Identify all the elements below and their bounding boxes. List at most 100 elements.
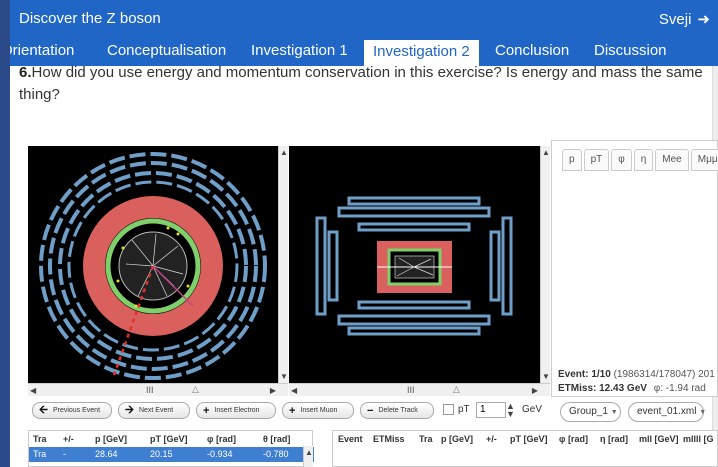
event-counter: Event: 1/10 [558,369,611,380]
group-select[interactable]: Group_1 ▼ [560,402,621,422]
col-header[interactable]: ETMiss [373,434,405,444]
tab-conclusion[interactable]: Conclusion [495,42,569,59]
col-header[interactable]: pT [GeV] [150,434,188,444]
table-cell: 20.15 [150,449,173,459]
title-bar: Discover the Z boson Sveji ➜ [10,0,718,36]
scroll-up-icon[interactable]: ▲ [305,448,313,457]
pt-label: pT [458,404,470,415]
logout-icon[interactable]: ➜ [697,10,710,28]
col-header[interactable]: Event [338,434,363,444]
group-select-value: Group_1 [569,406,608,417]
previous-event-button[interactable]: 🡨 Previous Event [32,402,112,419]
col-header[interactable]: η [rad] [600,434,628,444]
side-view-hscroll[interactable]: ◀ III △ ▶ [289,383,550,396]
insert-electron-button[interactable]: + Insert Electron [196,402,276,419]
col-header[interactable]: +/- [63,434,74,444]
col-header[interactable]: pT [GeV] [510,434,548,444]
table-cell: -0.780 [263,449,289,459]
pt-threshold-input[interactable]: 1 [476,402,506,418]
col-header[interactable]: Tra [419,434,433,444]
event-toolbar: 🡨 Previous Event 🡪 Next Event + Insert Elec… [32,402,718,424]
side-view-display[interactable] [289,146,540,383]
track-table: Tra +/- p [GeV] pT [GeV] φ [rad] θ [rad]… [28,430,314,467]
scroll-up-icon[interactable]: ▲ [542,148,550,157]
plus-icon: + [289,404,296,417]
minus-icon: − [367,404,374,417]
user-name: Sveji [658,10,692,28]
end-view-hscroll[interactable]: ◀ III △ ▶ [28,383,288,396]
insert-muon-label: Insert Muon [300,407,338,414]
app-frame: Discover the Z boson Sveji ➜ Orientation… [10,0,718,467]
tab-orientation[interactable]: Orientation [10,42,74,59]
etmiss-value: ETMiss: 12.43 GeV [558,383,647,394]
scroll-left-icon[interactable]: ◀ [30,386,36,395]
table-cell: Tra [33,449,47,459]
table-cell: -0.934 [207,449,233,459]
etmiss-phi: φ: -1.94 rad [653,383,706,394]
event-table: Event ETMiss Tra p [GeV] +/- pT [GeV] φ … [332,430,718,467]
col-header[interactable]: mll [GeV] [639,434,679,444]
arrow-right-icon: 🡪 [125,404,134,416]
scroll-down-icon[interactable]: ▼ [280,372,288,381]
plus-icon: + [203,404,210,417]
insert-electron-label: Insert Electron [214,407,260,414]
tab-phi[interactable]: φ [611,149,632,171]
scroll-right-icon[interactable]: ▶ [270,386,276,395]
col-header[interactable]: θ [rad] [263,434,290,444]
histogram-tabs: p pT φ η Mee Mμμ M [562,149,718,171]
arrow-left-icon: 🡨 [39,404,48,416]
chevron-down-icon: ▼ [699,409,707,416]
tab-conceptualisation[interactable]: Conceptualisation [107,42,226,59]
previous-event-label: Previous Event [52,407,101,414]
scroll-grip: III [407,385,415,395]
tab-investigation-1[interactable]: Investigation 1 [251,42,348,59]
histogram-panel: p pT φ η Mee Mμμ M [551,140,718,397]
app-title: Discover the Z boson [19,10,161,27]
col-header[interactable]: p [GeV] [441,434,473,444]
track-table-vscroll[interactable]: ▲ [303,446,313,467]
event-file-value: event_01.xml [637,406,697,417]
pt-filter-checkbox[interactable] [443,404,454,415]
user-menu[interactable]: Sveji ➜ [658,10,710,29]
tab-pt[interactable]: pT [583,149,610,171]
event-info: Event: 1/10 (1986314/178047) 201 ETMiss:… [558,368,715,396]
scroll-right-icon[interactable]: ▶ [532,386,538,395]
end-view-display[interactable] [28,146,278,383]
scroll-down-icon[interactable]: ▼ [542,372,550,381]
table-row[interactable]: Tra - 28.64 20.15 -0.934 -0.780 [29,447,314,462]
stepper-icon[interactable]: ▲ ▼ [506,402,515,419]
tab-discussion[interactable]: Discussion [594,42,667,59]
question-text: 6.How did you use energy and momentum co… [19,62,718,106]
insert-muon-button[interactable]: + Insert Muon [282,402,354,419]
tab-eta[interactable]: η [633,149,654,171]
question-number: 6. [19,64,32,81]
scroll-grip: III [146,385,154,395]
tab-mee[interactable]: Mee [655,149,689,171]
event-id: (1986314/178047) 201 [613,369,715,380]
next-event-button[interactable]: 🡪 Next Event [118,402,190,419]
next-event-label: Next Event [138,407,174,414]
side-view-detector [315,196,513,336]
delete-track-button[interactable]: − Delete Track [360,402,434,419]
event-file-select[interactable]: event_01.xml ▼ [628,402,707,422]
zoom-slider-icon[interactable]: △ [192,384,199,395]
table-cell: - [63,449,66,459]
chevron-down-icon: ▼ [610,409,618,416]
tab-p[interactable]: p [562,149,582,171]
question-body: How did you use energy and momentum cons… [19,64,703,103]
col-header[interactable]: mllll [G [683,434,714,444]
scroll-left-icon[interactable]: ◀ [291,386,297,395]
side-view-vscroll[interactable]: ▲ ▼ [540,146,550,383]
table-cell: 28.64 [95,449,118,459]
col-header[interactable]: Tra [33,434,47,444]
tab-mmumu[interactable]: Mμμ [690,149,718,171]
col-header[interactable]: φ [rad] [207,434,236,444]
end-view-vscroll[interactable]: ▲ ▼ [278,146,288,383]
delete-track-label: Delete Track [378,407,418,414]
col-header[interactable]: +/- [486,434,497,444]
scroll-up-icon[interactable]: ▲ [280,148,288,157]
end-view-detector [39,152,267,380]
col-header[interactable]: p [GeV] [95,434,127,444]
col-header[interactable]: φ [rad] [559,434,588,444]
zoom-slider-icon[interactable]: △ [453,384,460,395]
